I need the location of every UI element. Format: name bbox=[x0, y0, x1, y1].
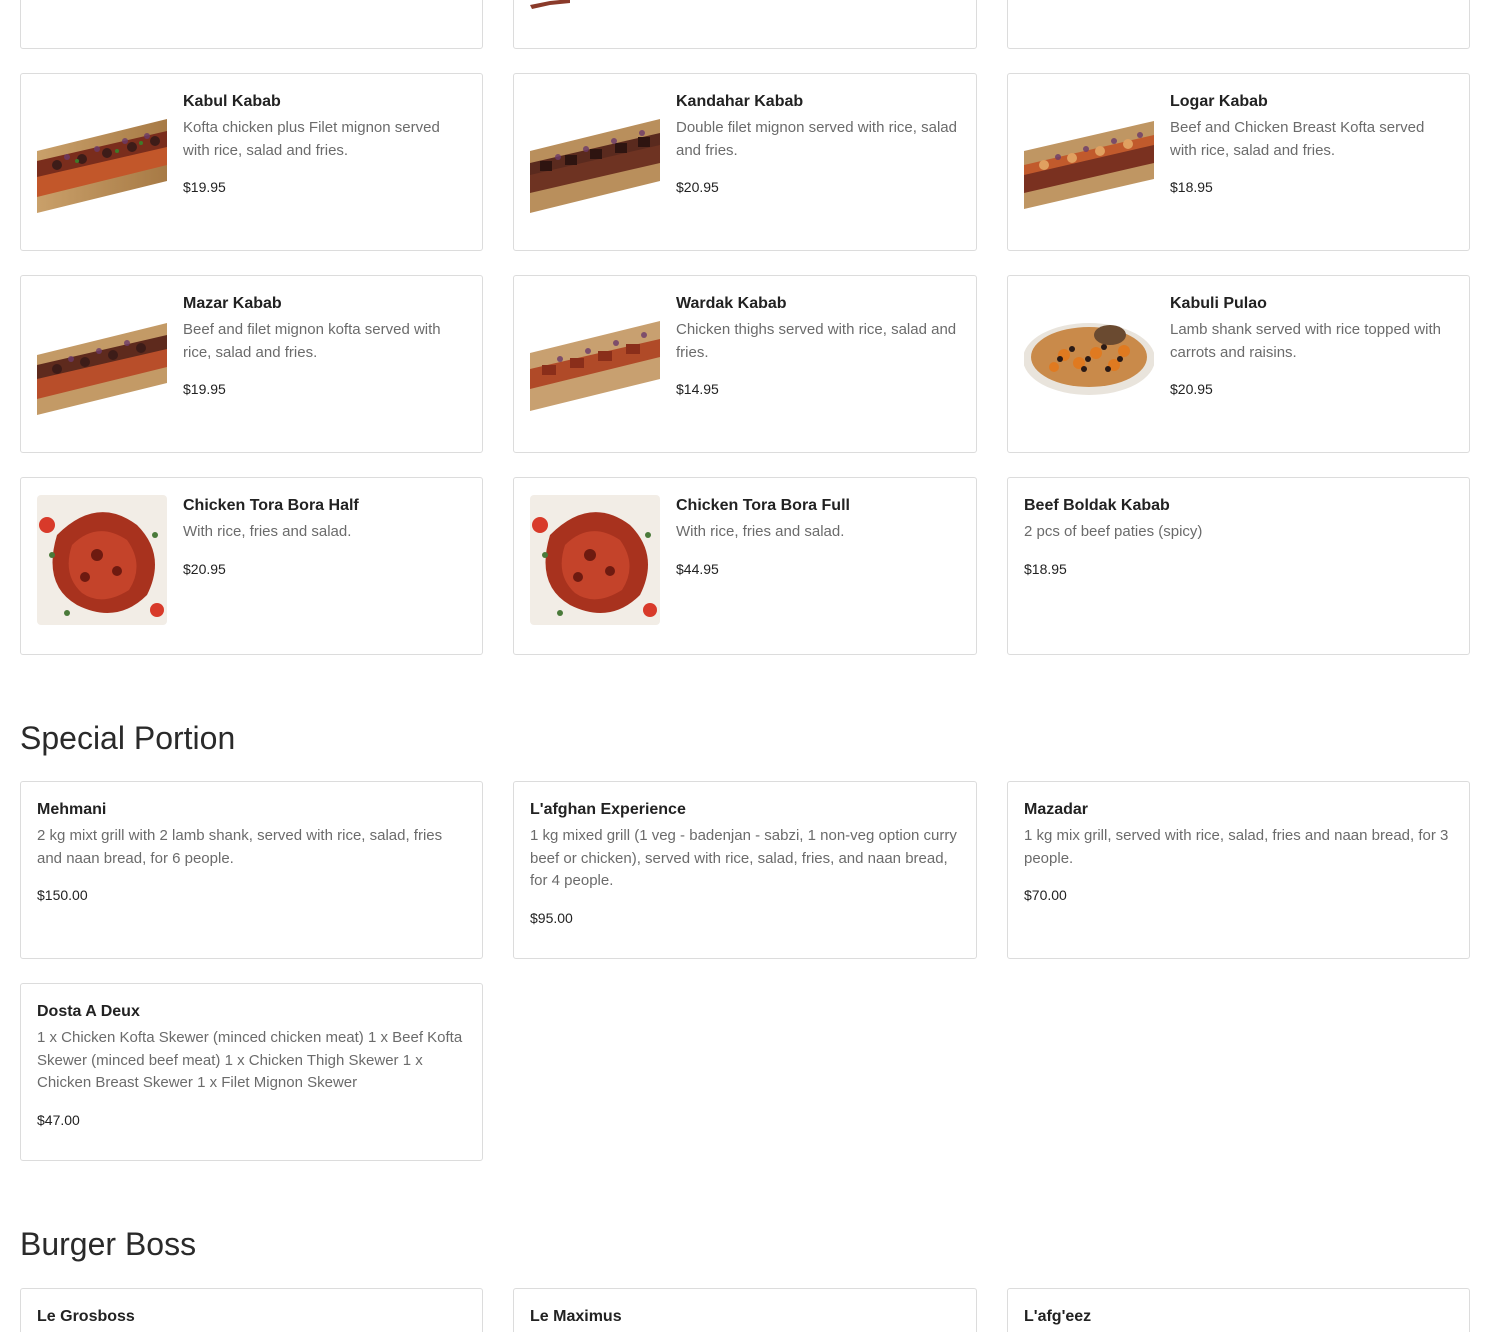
menu-item-card[interactable]: Dosta A Deux 1 x Chicken Kofta Skewer (m… bbox=[20, 983, 483, 1161]
kabab-platter-image bbox=[37, 91, 167, 221]
pulao-plate-image bbox=[1024, 293, 1154, 423]
item-title: Mehmani bbox=[37, 801, 107, 818]
item-title: Mazadar bbox=[1024, 801, 1089, 818]
section-heading-burger: Burger Boss bbox=[20, 1226, 197, 1262]
kabab-image-partial bbox=[530, 0, 570, 9]
item-title: Dosta A Deux bbox=[37, 1003, 140, 1020]
kabab-platter-image bbox=[1024, 91, 1154, 221]
menu-item-card[interactable]: Kabuli Pulao Lamb shank served with rice… bbox=[1007, 275, 1470, 453]
special-grid: Mehmani 2 kg mixt grill with 2 lamb shan… bbox=[20, 781, 1470, 1161]
item-price: $20.95 bbox=[183, 560, 226, 577]
menu-item-card[interactable]: Mazar Kabab Beef and filet mignon kofta … bbox=[20, 275, 483, 453]
item-description: Chicken thighs served with rice, salad a… bbox=[676, 321, 957, 361]
menu-item-card[interactable]: Beef Boldak Kabab 2 pcs of beef paties (… bbox=[1007, 477, 1470, 655]
item-price: $20.95 bbox=[676, 179, 719, 195]
item-description: Beef and Chicken Breast Kofta served wit… bbox=[1170, 119, 1425, 159]
roast-chicken-image bbox=[37, 495, 167, 625]
item-price: $44.95 bbox=[676, 560, 719, 577]
item-description: 1 kg mix grill, served with rice, salad,… bbox=[1024, 827, 1449, 867]
item-price: $150.00 bbox=[37, 887, 88, 903]
item-title: Chicken Tora Bora Full bbox=[676, 497, 850, 514]
item-price: $70.00 bbox=[1024, 887, 1067, 903]
kabab-platter-image bbox=[530, 293, 660, 423]
menu-item-card[interactable]: Logar Kabab Beef and Chicken Breast Koft… bbox=[1007, 73, 1470, 251]
item-description: With rice, fries and salad. bbox=[676, 523, 845, 540]
item-description: 2 kg mixt grill with 2 lamb shank, serve… bbox=[37, 827, 443, 867]
menu-card-partial[interactable] bbox=[20, 0, 483, 49]
kabab-platter-image bbox=[37, 293, 167, 423]
item-description: 2 pcs of beef paties (spicy) bbox=[1024, 523, 1203, 540]
kabab-grid: Kabul Kabab Kofta chicken plus Filet mig… bbox=[20, 73, 1470, 655]
item-title: Le Maximus bbox=[530, 1308, 622, 1325]
item-title: Kabuli Pulao bbox=[1170, 295, 1267, 312]
item-title: L'afg'eez bbox=[1024, 1308, 1092, 1325]
item-price: $14.95 bbox=[676, 381, 719, 397]
item-title: Kabul Kabab bbox=[183, 93, 281, 110]
item-description: Double filet mignon served with rice, sa… bbox=[676, 119, 957, 159]
item-price: $18.95 bbox=[1024, 560, 1067, 577]
item-title: Kandahar Kabab bbox=[676, 93, 804, 110]
item-title: Mazar Kabab bbox=[183, 295, 282, 312]
item-description: Kofta chicken plus Filet mignon served w… bbox=[183, 119, 440, 159]
item-description: Lamb shank served with rice topped with … bbox=[1170, 321, 1441, 361]
menu-item-card[interactable]: Kabul Kabab Kofta chicken plus Filet mig… bbox=[20, 73, 483, 251]
item-price: $19.95 bbox=[183, 381, 226, 397]
item-description: Beef and filet mignon kofta served with … bbox=[183, 321, 441, 361]
item-price: $20.95 bbox=[1170, 381, 1213, 397]
item-title: Beef Boldak Kabab bbox=[1024, 497, 1170, 514]
menu-item-card[interactable]: Chicken Tora Bora Full With rice, fries … bbox=[513, 477, 977, 655]
menu-item-card[interactable]: Chicken Tora Bora Half With rice, fries … bbox=[20, 477, 483, 655]
item-title: Logar Kabab bbox=[1170, 93, 1268, 110]
menu-item-card[interactable]: Mehmani 2 kg mixt grill with 2 lamb shan… bbox=[20, 781, 483, 959]
menu-item-card[interactable]: Wardak Kabab Chicken thighs served with … bbox=[513, 275, 977, 453]
section-heading-special: Special Portion bbox=[20, 720, 236, 756]
item-description: 1 x Chicken Kofta Skewer (minced chicken… bbox=[37, 1029, 463, 1091]
item-price: $95.00 bbox=[530, 909, 573, 926]
menu-item-card[interactable]: Mazadar 1 kg mix grill, served with rice… bbox=[1007, 781, 1470, 959]
item-title: L'afghan Experience bbox=[530, 801, 686, 818]
item-title: Le Grosboss bbox=[37, 1308, 135, 1325]
menu-item-card[interactable]: Le Maximus bbox=[513, 1288, 977, 1332]
menu-item-card[interactable]: L'afg'eez bbox=[1007, 1288, 1470, 1332]
menu-item-card[interactable]: Kandahar Kabab Double filet mignon serve… bbox=[513, 73, 977, 251]
menu-card-partial[interactable] bbox=[513, 0, 977, 49]
item-price: $18.95 bbox=[1170, 179, 1213, 195]
menu-item-card[interactable]: Le Grosboss bbox=[20, 1288, 483, 1332]
item-title: Chicken Tora Bora Half bbox=[183, 497, 359, 514]
item-title: Wardak Kabab bbox=[676, 295, 787, 312]
item-price: $19.95 bbox=[183, 179, 226, 195]
item-description: With rice, fries and salad. bbox=[183, 523, 352, 540]
item-description: 1 kg mixed grill (1 veg - badenjan - sab… bbox=[530, 827, 957, 889]
roast-chicken-image bbox=[530, 495, 660, 625]
menu-item-card[interactable]: L'afghan Experience 1 kg mixed grill (1 … bbox=[513, 781, 977, 959]
menu-card-partial[interactable] bbox=[1007, 0, 1470, 49]
item-price: $47.00 bbox=[37, 1111, 80, 1128]
burger-grid: Le Grosboss Le Maximus L'afg'eez bbox=[20, 1288, 1470, 1332]
kabab-platter-image bbox=[530, 91, 660, 221]
